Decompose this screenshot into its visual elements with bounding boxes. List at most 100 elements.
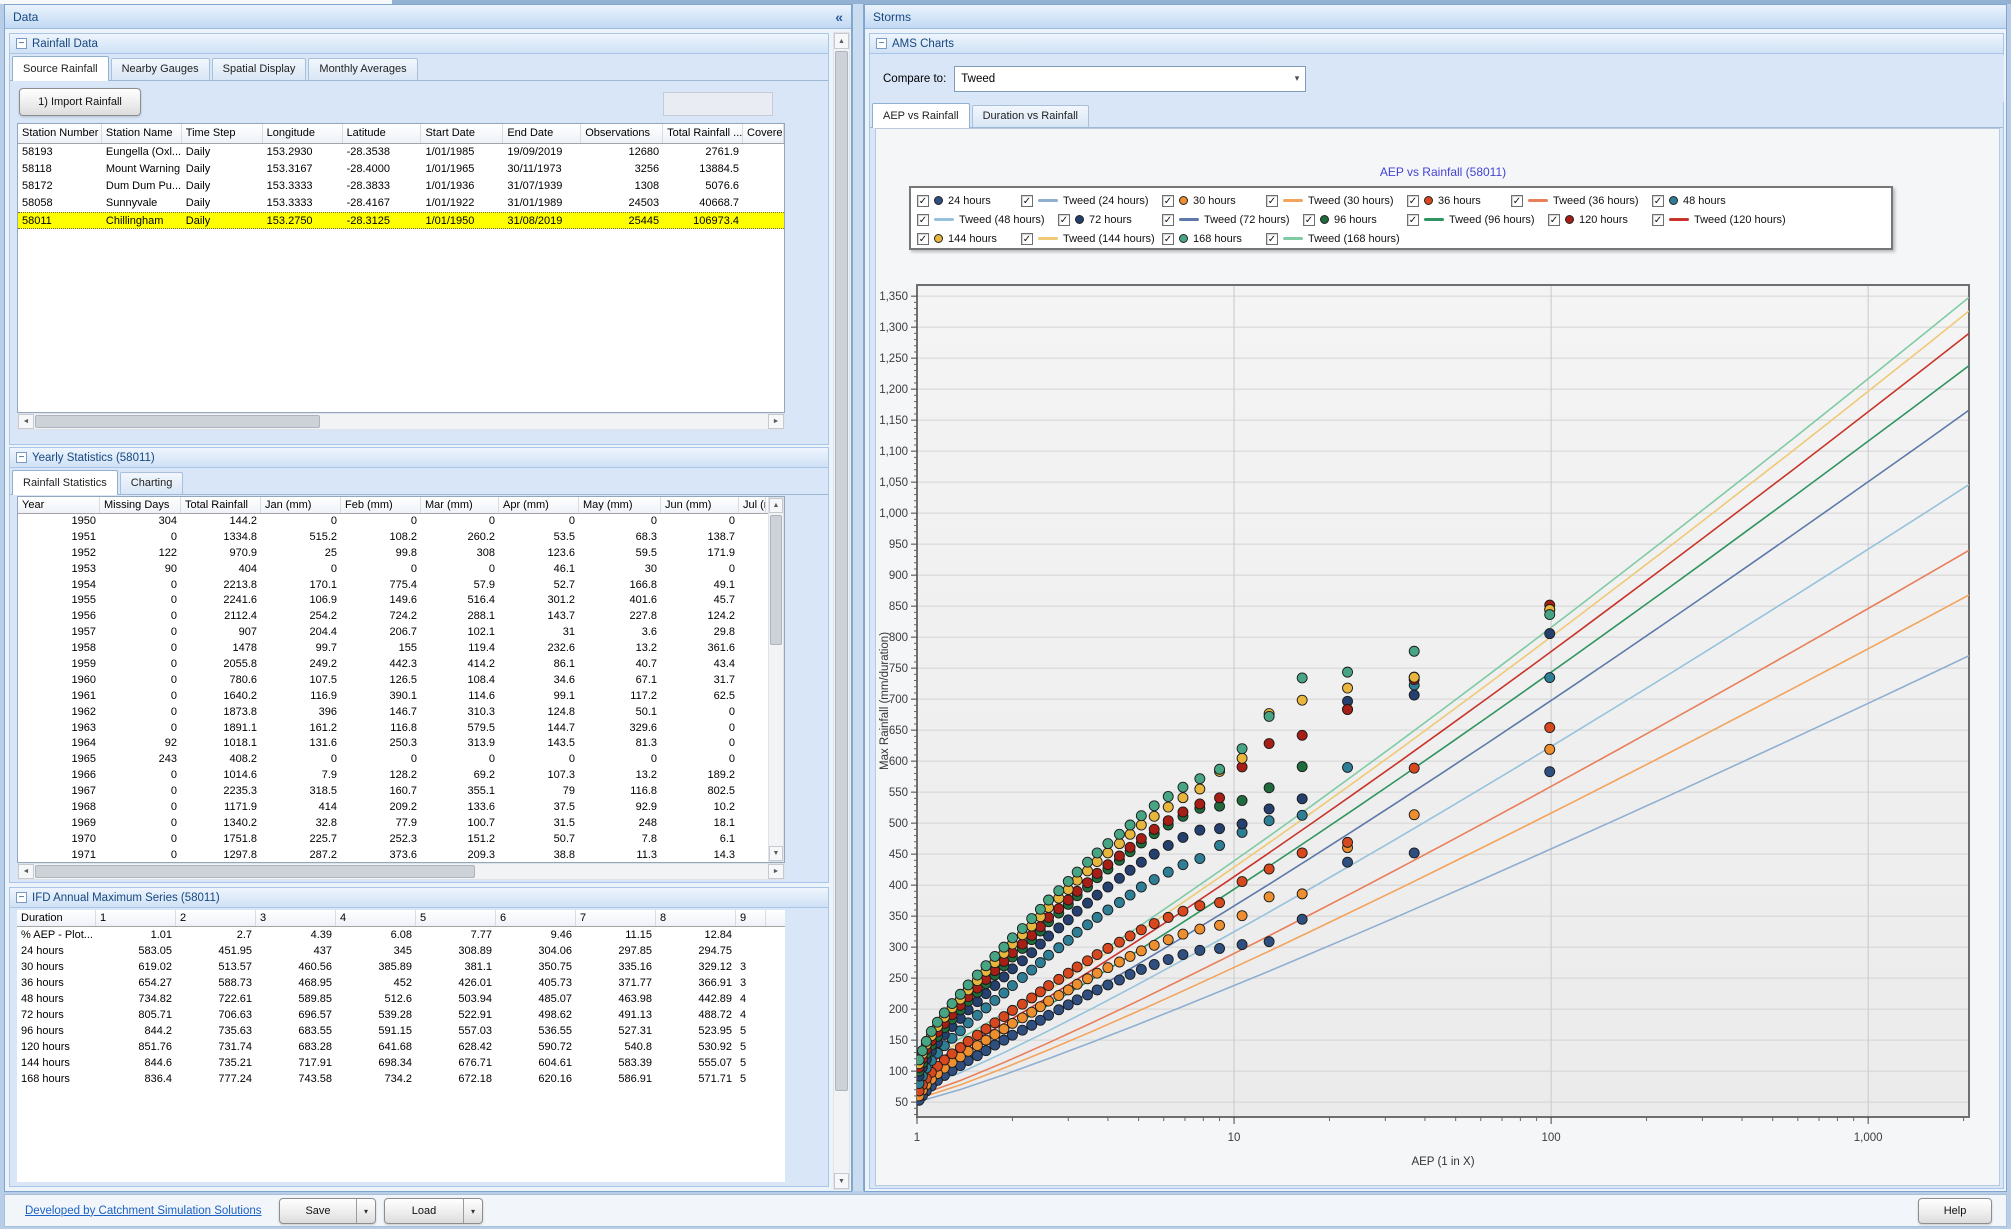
collapse-group-icon[interactable]: − <box>876 38 887 49</box>
table-row[interactable]: 19600780.6107.5126.5108.434.667.131.7 <box>18 673 784 689</box>
stations-hscrollbar[interactable]: ◄ ► <box>17 413 785 430</box>
load-button[interactable]: Load ▾ <box>384 1198 483 1224</box>
import-rainfall-button[interactable]: 1) Import Rainfall <box>19 88 141 116</box>
column-header[interactable]: Feb (mm) <box>341 497 421 513</box>
table-row[interactable]: 197101297.8287.2373.6209.338.811.314.3 <box>18 848 784 863</box>
table-row[interactable]: 120 hours851.76731.74683.28641.68628.425… <box>17 1039 785 1055</box>
table-row[interactable]: 195502241.6106.9149.6516.4301.2401.645.7 <box>18 593 784 609</box>
tab-rainfall-statistics[interactable]: Rainfall Statistics <box>12 470 118 495</box>
empty-field[interactable] <box>663 92 773 116</box>
tab-charting[interactable]: Charting <box>120 472 184 494</box>
ifd-series-group-header[interactable]: − IFD Annual Maximum Series (58011) <box>10 888 828 908</box>
collapse-group-icon[interactable]: − <box>16 452 27 463</box>
save-button[interactable]: Save ▾ <box>279 1198 376 1224</box>
scroll-down-icon[interactable]: ▼ <box>769 846 783 861</box>
column-header[interactable]: Total Rainfall <box>181 497 261 513</box>
collapse-group-icon[interactable]: − <box>16 38 27 49</box>
tab-monthly-averages[interactable]: Monthly Averages <box>308 58 417 80</box>
table-row[interactable]: 58118Mount WarningDaily153.3167-28.40001… <box>18 161 784 178</box>
column-header[interactable]: Mar (mm) <box>421 497 499 513</box>
column-header[interactable]: 7 <box>576 910 656 926</box>
column-header[interactable]: 2 <box>176 910 256 926</box>
table-row[interactable]: % AEP - Plot...1.012.74.396.087.779.4611… <box>17 927 785 943</box>
compare-to-dropdown[interactable]: Tweed ▾ <box>954 66 1306 92</box>
tab-duration-vs-rainfall[interactable]: Duration vs Rainfall <box>972 105 1089 127</box>
ams-charts-group-header[interactable]: − AMS Charts <box>870 34 2003 54</box>
column-header[interactable]: 3 <box>256 910 336 926</box>
table-row[interactable]: 48 hours734.82722.61589.85512.6503.94485… <box>17 991 785 1007</box>
column-header[interactable]: 1 <box>96 910 176 926</box>
scroll-up-icon[interactable]: ▲ <box>769 498 783 513</box>
table-row[interactable]: 58193Eungella (Oxl...Daily153.2930-28.35… <box>18 144 784 161</box>
table-row[interactable]: 196101640.2116.9390.1114.699.1117.262.5 <box>18 689 784 705</box>
table-row[interactable]: 58172Dum Dum Pu...Daily153.3333-28.38331… <box>18 178 784 195</box>
yearly-statistics-group-header[interactable]: − Yearly Statistics (58011) <box>10 448 828 468</box>
table-row[interactable]: 1964921018.1131.6250.3313.9143.581.30 <box>18 736 784 752</box>
scrollbar-thumb[interactable] <box>770 515 782 645</box>
help-button[interactable]: Help <box>1918 1198 1992 1224</box>
column-header[interactable]: May (mm) <box>579 497 661 513</box>
table-row[interactable]: 197001751.8225.7252.3151.250.77.86.1 <box>18 832 784 848</box>
dropdown-arrow-icon[interactable]: ▾ <box>463 1199 482 1223</box>
tab-source-rainfall[interactable]: Source Rainfall <box>12 56 109 81</box>
column-header[interactable]: 9 <box>736 910 766 926</box>
column-header[interactable]: Jul (n <box>739 497 766 513</box>
collapse-panel-icon[interactable]: « <box>835 10 843 24</box>
column-header[interactable]: 4 <box>336 910 416 926</box>
yearly-vscrollbar[interactable]: ▲ ▼ <box>768 497 784 862</box>
table-row[interactable]: 19580147899.7155119.4232.613.2361.6 <box>18 641 784 657</box>
column-header[interactable]: Time Step <box>182 124 263 143</box>
column-header[interactable]: 6 <box>496 910 576 926</box>
table-row[interactable]: 72 hours805.71706.63696.57539.28522.9149… <box>17 1007 785 1023</box>
table-row[interactable]: 58011ChillinghamDaily153.2750-28.31251/0… <box>18 212 784 229</box>
table-row[interactable]: 96 hours844.2735.63683.55591.15557.03536… <box>17 1023 785 1039</box>
table-row[interactable]: 195602112.4254.2724.2288.1143.7227.8124.… <box>18 609 784 625</box>
column-header[interactable]: Missing Days <box>100 497 181 513</box>
ifd-series-grid[interactable]: Duration123456789% AEP - Plot...1.012.74… <box>17 910 785 1182</box>
table-row[interactable]: 1952122970.92599.8308123.659.5171.9 <box>18 546 784 562</box>
tab-spatial-display[interactable]: Spatial Display <box>212 58 307 80</box>
scroll-right-icon[interactable]: ► <box>768 414 784 429</box>
column-header[interactable]: End Date <box>503 124 581 143</box>
dropdown-arrow-icon[interactable]: ▾ <box>356 1199 375 1223</box>
table-row[interactable]: 195402213.8170.1775.457.952.7166.849.1 <box>18 578 784 594</box>
table-row[interactable]: 196601014.67.9128.269.2107.313.2189.2 <box>18 768 784 784</box>
table-row[interactable]: 1965243408.2000000 <box>18 752 784 768</box>
column-header[interactable]: 5 <box>416 910 496 926</box>
scrollbar-thumb[interactable] <box>35 865 475 878</box>
column-header[interactable]: Station Number <box>18 124 102 143</box>
column-header[interactable]: Latitude <box>343 124 422 143</box>
stations-grid[interactable]: Station NumberStation NameTime StepLongi… <box>17 123 785 413</box>
table-row[interactable]: 195101334.8515.2108.2260.253.568.3138.7 <box>18 530 784 546</box>
collapse-group-icon[interactable]: − <box>16 892 27 903</box>
yearly-hscrollbar[interactable]: ◄ ► <box>17 863 785 880</box>
table-row[interactable]: 19570907204.4206.7102.1313.629.8 <box>18 625 784 641</box>
scroll-right-icon[interactable]: ► <box>768 864 784 879</box>
tab-aep-vs-rainfall[interactable]: AEP vs Rainfall <box>872 103 970 128</box>
data-panel-vscrollbar[interactable]: ▲ ▼ <box>833 32 850 1190</box>
tab-nearby-gauges[interactable]: Nearby Gauges <box>111 58 210 80</box>
table-row[interactable]: 30 hours619.02513.57460.56385.89381.1350… <box>17 959 785 975</box>
table-row[interactable]: 144 hours844.6735.21717.91698.34676.7160… <box>17 1055 785 1071</box>
column-header[interactable]: Observations <box>581 124 663 143</box>
rainfall-data-group-header[interactable]: − Rainfall Data <box>10 34 828 54</box>
column-header[interactable]: Jan (mm) <box>261 497 341 513</box>
scroll-left-icon[interactable]: ◄ <box>18 864 34 879</box>
column-header[interactable]: Jun (mm) <box>661 497 739 513</box>
scrollbar-thumb[interactable] <box>35 415 320 428</box>
column-header[interactable]: Year <box>18 497 100 513</box>
scroll-down-icon[interactable]: ▼ <box>834 1173 849 1189</box>
column-header[interactable]: Apr (mm) <box>499 497 579 513</box>
table-row[interactable]: 196801171.9414209.2133.637.592.910.2 <box>18 800 784 816</box>
table-row[interactable]: 1950304144.2000000 <box>18 514 784 530</box>
table-row[interactable]: 168 hours836.4777.24743.58734.2672.18620… <box>17 1071 785 1087</box>
table-row[interactable]: 195902055.8249.2442.3414.286.140.743.4 <box>18 657 784 673</box>
column-header[interactable]: Start Date <box>421 124 503 143</box>
column-header[interactable]: 8 <box>656 910 736 926</box>
table-row[interactable]: 24 hours583.05451.95437345308.89304.0629… <box>17 943 785 959</box>
table-row[interactable]: 19539040400046.1300 <box>18 562 784 578</box>
table-row[interactable]: 36 hours654.27588.73468.95452426.01405.7… <box>17 975 785 991</box>
column-header[interactable]: Station Name <box>102 124 182 143</box>
table-row[interactable]: 196301891.1161.2116.8579.5144.7329.60 <box>18 721 784 737</box>
yearly-statistics-grid[interactable]: YearMissing DaysTotal RainfallJan (mm)Fe… <box>17 496 785 863</box>
